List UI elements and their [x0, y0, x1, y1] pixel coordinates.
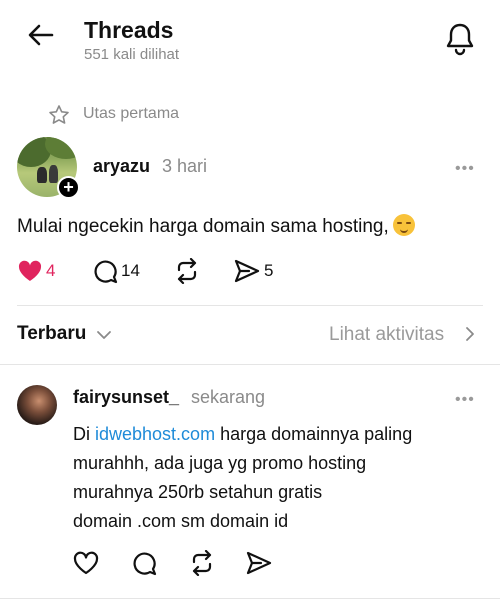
page-title: Threads [84, 17, 174, 43]
post-text-content: Mulai ngecekin harga domain sama hosting… [17, 216, 389, 237]
post-text: Mulai ngecekin harga domain sama hosting… [17, 214, 415, 238]
share-count: 5 [264, 261, 274, 280]
like-count: 4 [46, 261, 56, 280]
pinned-label: Utas pertama [83, 105, 180, 122]
view-activity-link[interactable]: Lihat aktivitas [329, 324, 444, 346]
more-icon[interactable]: ••• [455, 160, 475, 178]
sort-dropdown[interactable]: Terbaru [17, 323, 86, 345]
heart-icon[interactable] [73, 551, 99, 575]
relieved-emoji-icon [392, 214, 415, 236]
comment-line: murahhh, ada juga yg promo hosting [73, 453, 367, 473]
more-icon[interactable]: ••• [455, 391, 475, 409]
bell-icon[interactable] [445, 22, 475, 56]
reply-count: 14 [121, 261, 140, 280]
comment-line: murahnya 250rb setahun gratis [73, 482, 323, 502]
comment-line: domain .com sm domain id [73, 511, 289, 531]
comment-text: Di idwebhost.com harga domainnya paling … [73, 420, 473, 536]
send-icon[interactable] [245, 550, 273, 576]
divider [17, 305, 483, 306]
comment-text-rest: harga domainnya paling [215, 424, 413, 444]
comment-link[interactable]: idwebhost.com [95, 424, 215, 444]
view-count: 551 kali dilihat [84, 46, 180, 63]
send-icon[interactable] [233, 258, 261, 284]
commenter-avatar[interactable] [17, 385, 57, 425]
repost-icon[interactable] [189, 550, 215, 576]
comment-icon[interactable] [131, 550, 157, 576]
divider [0, 364, 500, 365]
comment-text-prefix: Di [73, 424, 95, 444]
chevron-right-icon[interactable] [465, 326, 475, 342]
follow-button[interactable]: + [57, 176, 80, 199]
heart-icon[interactable] [17, 259, 43, 283]
comment-icon[interactable] [92, 258, 118, 284]
sort-label: Terbaru [17, 323, 87, 344]
post-author[interactable]: aryazu [93, 156, 150, 177]
star-icon [48, 104, 70, 126]
divider [0, 598, 500, 599]
back-arrow-icon[interactable] [28, 24, 54, 46]
comment-author[interactable]: fairysunset_ [73, 387, 179, 408]
repost-icon[interactable] [174, 258, 200, 284]
post-time: 3 hari [162, 156, 208, 176]
chevron-down-icon[interactable] [96, 330, 112, 340]
comment-line: Di idwebhost.com harga domainnya paling [73, 420, 473, 449]
comment-time: sekarang [191, 387, 266, 407]
